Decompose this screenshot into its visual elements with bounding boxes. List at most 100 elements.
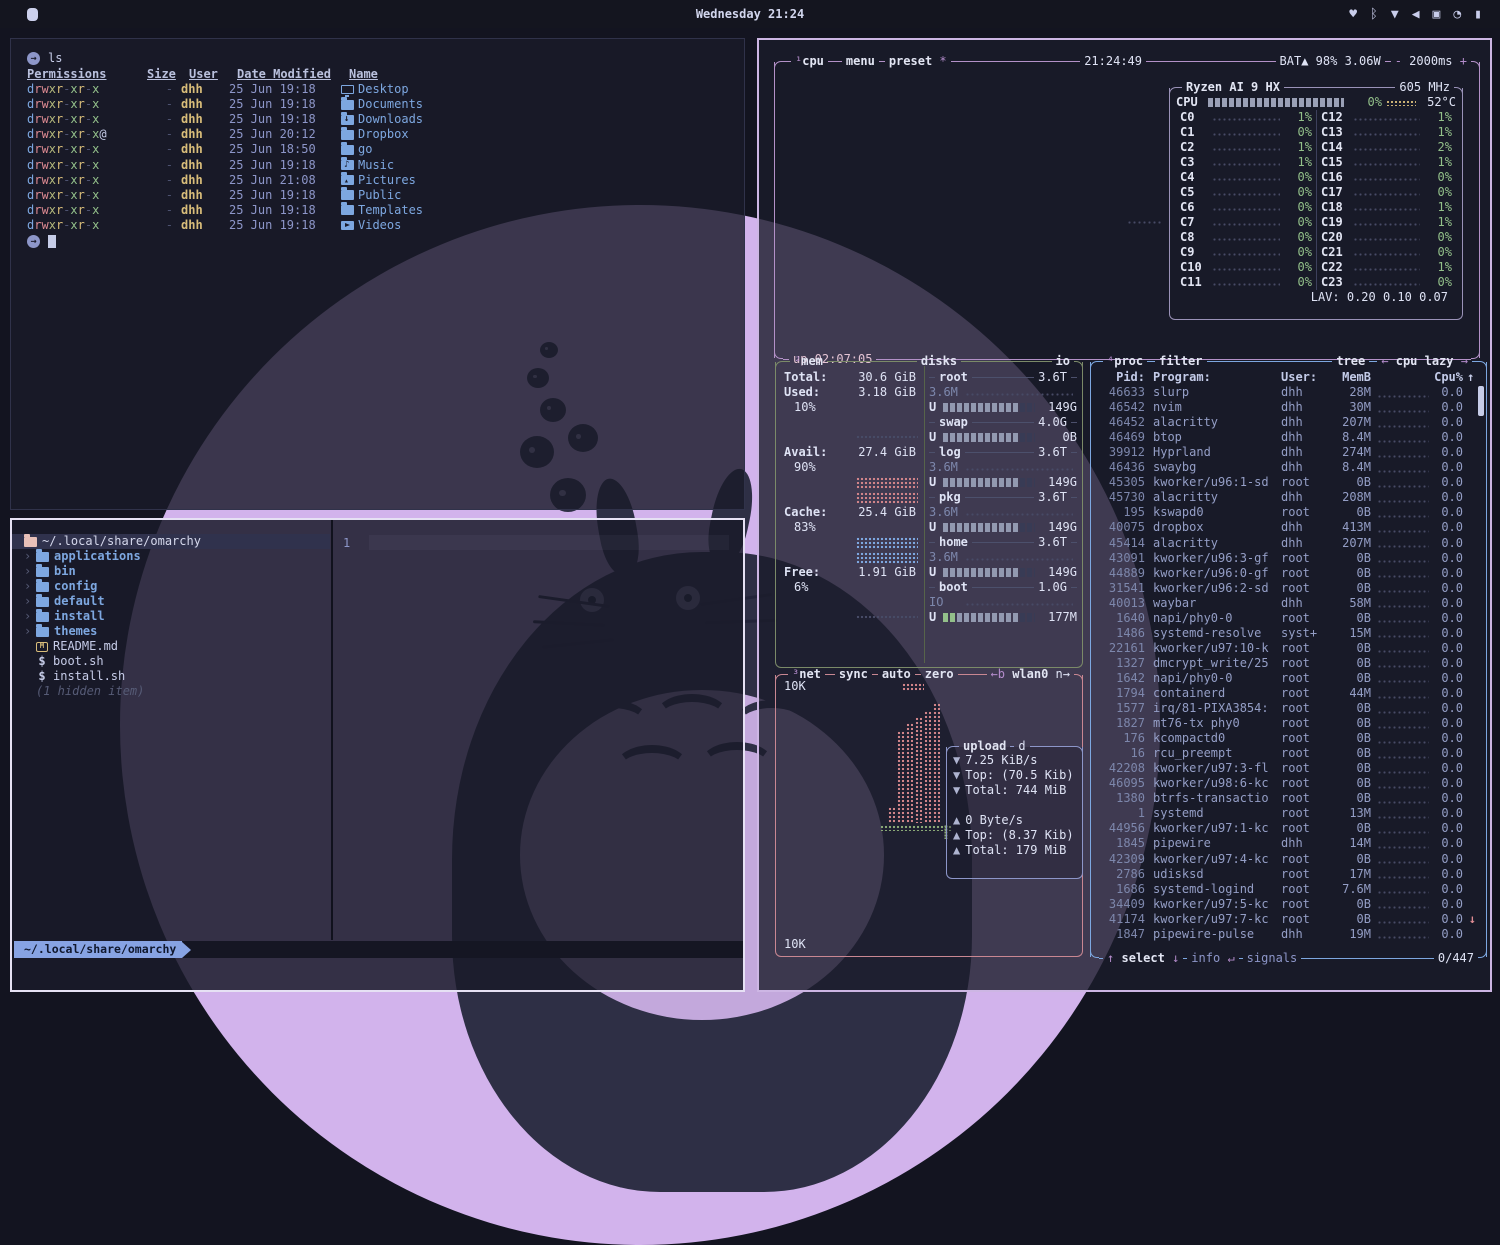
file-manager-window[interactable]: ~/.local/share/omarchy›applications›bin›…: [10, 518, 745, 992]
disk-used-value: 149G: [1039, 475, 1077, 490]
tree-toggle[interactable]: tree: [1332, 354, 1369, 369]
update-interval-control[interactable]: - 2000ms +: [1391, 54, 1471, 69]
filter-button[interactable]: filter: [1155, 354, 1206, 369]
process-cpu: 0.0: [1433, 430, 1463, 445]
process-row[interactable]: 44889kworker/u96:0-gfroot0B0.0: [1097, 566, 1480, 581]
proc-box-tab[interactable]: ⁴proc: [1103, 354, 1147, 369]
ls-row: drwxr-xr-x-dhh25 Jun 19:18Documents: [27, 97, 728, 112]
process-row[interactable]: 1794containerdroot44M0.0: [1097, 686, 1480, 701]
process-row[interactable]: 46542nvimdhh30M0.0: [1097, 400, 1480, 415]
tree-item[interactable]: ›config: [12, 579, 331, 594]
process-row[interactable]: 1640napi/phy0-0root0B0.0: [1097, 611, 1480, 626]
tree-item[interactable]: $install.sh: [12, 669, 331, 684]
core-graph: [1212, 268, 1280, 272]
tree-item[interactable]: ›install: [12, 609, 331, 624]
sort-selector[interactable]: ← cpu lazy →: [1377, 354, 1472, 369]
process-row[interactable]: 2786udisksdroot17M0.0: [1097, 867, 1480, 882]
terminal-window-ls[interactable]: → ls Permissions Size User Date Modified…: [10, 38, 745, 510]
process-row[interactable]: 40013waybardhh58M0.0: [1097, 596, 1480, 611]
tree-item[interactable]: ›bin: [12, 564, 331, 579]
process-row[interactable]: 31541kworker/u96:2-sdroot0B0.0: [1097, 581, 1480, 596]
process-mem: 28M: [1329, 385, 1371, 400]
process-row[interactable]: 176kcompactd0root0B0.0: [1097, 731, 1480, 746]
disk-usage-row: U149G: [929, 565, 1077, 580]
process-row[interactable]: 22161kworker/u97:10-kroot0B0.0: [1097, 641, 1480, 656]
column-header-date: Date Modified: [237, 67, 341, 82]
core-row: C50%: [1176, 185, 1316, 200]
process-row[interactable]: 44956kworker/u97:1-kcroot0B0.0: [1097, 821, 1480, 836]
tree-item[interactable]: MREADME.md: [12, 639, 331, 654]
mem-box-tab[interactable]: ²mem: [790, 354, 827, 369]
process-row[interactable]: 41174kworker/u97:7-kcroot0B0.0: [1097, 912, 1480, 927]
process-row[interactable]: 1686systemd-logindroot7.6M0.0: [1097, 882, 1480, 897]
cpu-box-tab[interactable]: ¹cpu: [791, 54, 828, 69]
info-button[interactable]: info ↵: [1187, 951, 1238, 966]
process-table-header[interactable]: Pid: Program: User: MemB Cpu% ↑: [1097, 370, 1480, 385]
process-row[interactable]: 46095kworker/u98:6-kcroot0B0.0: [1097, 776, 1480, 791]
process-row[interactable]: 46436swaybgdhh8.4M0.0: [1097, 460, 1480, 475]
net-auto-toggle[interactable]: auto: [878, 667, 915, 682]
preset-button[interactable]: preset *: [885, 54, 951, 69]
volume-icon[interactable]: ◀: [1412, 7, 1420, 22]
disks-label[interactable]: disks: [917, 354, 961, 369]
process-row[interactable]: 45414alacrittydhh207M0.0: [1097, 536, 1480, 551]
core-label: C1: [1180, 125, 1210, 140]
process-row[interactable]: 42309kworker/u97:4-kcroot0B0.0: [1097, 852, 1480, 867]
process-row[interactable]: 1380btrfs-transactioroot0B0.0: [1097, 791, 1480, 806]
process-row[interactable]: 45305kworker/u96:1-sdroot0B0.0: [1097, 475, 1480, 490]
net-zero-toggle[interactable]: zero: [921, 667, 958, 682]
disk-size: 3.6T: [1034, 535, 1071, 550]
process-row[interactable]: 1847pipewire-pulsedhh19M0.0: [1097, 927, 1480, 942]
process-row[interactable]: 45730alacrittydhh208M0.0: [1097, 490, 1480, 505]
gauge-icon[interactable]: ◔: [1453, 7, 1461, 22]
process-row[interactable]: 1486systemd-resolvesyst+15M0.0: [1097, 626, 1480, 641]
process-row[interactable]: 195kswapd0root0B0.0: [1097, 505, 1480, 520]
select-controls[interactable]: ↑ select ↓: [1103, 951, 1183, 966]
process-row[interactable]: 16rcu_preemptroot0B0.0: [1097, 746, 1480, 761]
process-user: dhh: [1281, 460, 1329, 475]
process-pid: 176: [1097, 731, 1145, 746]
tree-item[interactable]: ›themes: [12, 624, 331, 639]
battery-icon[interactable]: ▮: [1474, 7, 1482, 22]
prompt-line-input[interactable]: →: [27, 234, 728, 249]
process-row[interactable]: 42208kworker/u97:3-flroot0B0.0: [1097, 761, 1480, 776]
wifi-icon[interactable]: ▼: [1391, 7, 1399, 22]
process-row[interactable]: 46469btopdhh8.4M0.0: [1097, 430, 1480, 445]
process-row[interactable]: 46633slurpdhh28M0.0: [1097, 385, 1480, 400]
upload-box-label[interactable]: upload: [959, 739, 1010, 754]
process-row[interactable]: 34409kworker/u97:5-kcroot0B0.0: [1097, 897, 1480, 912]
omarchy-icon[interactable]: ♥: [1349, 7, 1357, 22]
cpu-tray-icon[interactable]: ▣: [1433, 7, 1441, 22]
io-mode-toggle[interactable]: io: [1052, 354, 1074, 369]
btop-window[interactable]: ¹cpu menu preset * 21:24:49 BAT▲ 98% 3.0…: [757, 38, 1492, 992]
process-mem-graph: [1377, 815, 1429, 819]
tree-item[interactable]: $boot.sh: [12, 654, 331, 669]
process-row[interactable]: 40075dropboxdhh413M0.0: [1097, 520, 1480, 535]
process-row[interactable]: 1systemdroot13M0.0: [1097, 806, 1480, 821]
process-row[interactable]: 39912Hyprlanddhh274M0.0: [1097, 445, 1480, 460]
entry-name: Dropbox: [358, 127, 409, 142]
process-cpu: 0.0: [1433, 927, 1463, 942]
tree-item[interactable]: ›default: [12, 594, 331, 609]
net-sync-toggle[interactable]: sync: [835, 667, 872, 682]
process-row[interactable]: 1845pipewiredhh14M0.0: [1097, 836, 1480, 851]
process-row[interactable]: 1577irq/81-PIXA3854:root0B0.0: [1097, 701, 1480, 716]
process-row[interactable]: 1642napi/phy0-0root0B0.0: [1097, 671, 1480, 686]
process-row[interactable]: 46452alacrittydhh207M0.0: [1097, 415, 1480, 430]
process-row[interactable]: 1827mt76-tx phy0root0B0.0: [1097, 716, 1480, 731]
upload-box-hotkey[interactable]: d: [1014, 739, 1029, 754]
process-row[interactable]: 43091kworker/u96:3-gfroot0B0.0: [1097, 551, 1480, 566]
signals-button[interactable]: signals: [1243, 951, 1302, 966]
disk-header: pkg3.6T: [929, 490, 1077, 505]
net-interface-switcher[interactable]: ←b wlan0 n→: [987, 667, 1075, 682]
core-row: C170%: [1317, 185, 1456, 200]
net-box-tab[interactable]: ³net: [788, 667, 825, 682]
tree-item[interactable]: ›applications: [12, 549, 331, 564]
size: -: [139, 173, 173, 188]
menu-button[interactable]: menu: [842, 54, 879, 69]
bluetooth-icon[interactable]: ᛒ: [1370, 7, 1378, 22]
process-user: dhh: [1281, 445, 1329, 460]
process-row[interactable]: 1327dmcrypt_write/25root0B0.0: [1097, 656, 1480, 671]
proc-scrollbar-thumb[interactable]: [1478, 386, 1484, 416]
tree-item[interactable]: ~/.local/share/omarchy: [12, 534, 330, 549]
